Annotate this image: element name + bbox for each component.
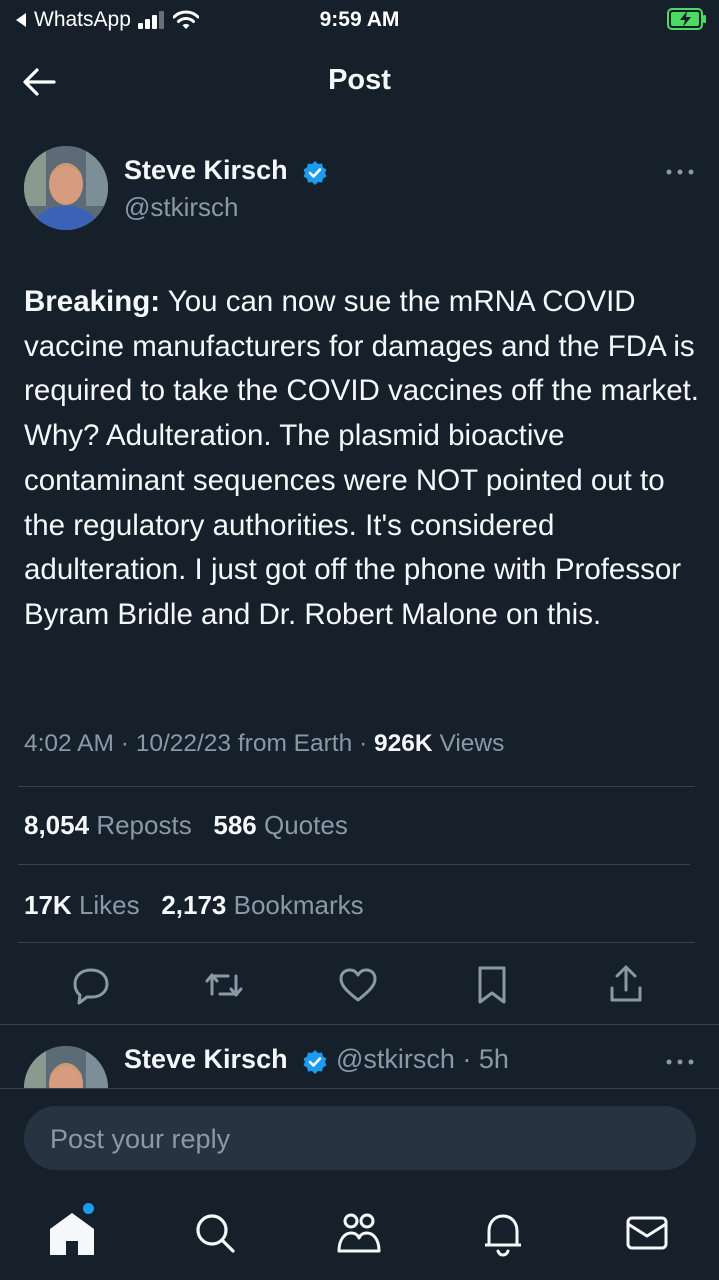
likes-stat[interactable]: 17K Likes	[24, 890, 140, 920]
meta-separator: ·	[120, 730, 129, 757]
home-icon[interactable]	[42, 1205, 102, 1261]
like-icon[interactable]	[336, 960, 380, 1010]
reply-author-name[interactable]: Steve Kirsch	[124, 1044, 288, 1075]
messages-icon[interactable]	[617, 1205, 677, 1261]
post-source: from Earth	[237, 730, 353, 757]
notifications-icon[interactable]	[473, 1205, 533, 1261]
author-name[interactable]: Steve Kirsch	[124, 155, 288, 186]
quotes-stat[interactable]: 586 Quotes	[213, 810, 347, 840]
divider	[18, 942, 695, 943]
post-text: Breaking: You can now sue the mRNA COVID…	[24, 280, 699, 638]
reply-input[interactable]	[48, 1106, 672, 1172]
post-text-body: You can now sue the mRNA COVID vaccine m…	[24, 285, 699, 631]
communities-icon[interactable]	[329, 1205, 389, 1261]
quotes-count: 586	[213, 810, 257, 840]
reposts-count: 8,054	[24, 810, 90, 840]
divider	[0, 1024, 719, 1025]
post-time: 4:02 AM	[24, 730, 114, 757]
author-handle[interactable]: @stkirsch	[124, 192, 239, 223]
status-bar: WhatsApp 9:59 AM	[0, 0, 719, 40]
repost-icon[interactable]	[202, 960, 246, 1010]
reposts-label: Reposts	[96, 810, 192, 840]
more-options-icon[interactable]	[664, 1050, 696, 1074]
stats-row-likes: 17K Likes 2,173 Bookmarks	[24, 890, 364, 921]
post-text-bold: Breaking:	[24, 285, 161, 318]
likes-label: Likes	[78, 890, 140, 920]
bookmarks-count: 2,173	[161, 890, 227, 920]
bookmarks-label: Bookmarks	[233, 890, 364, 920]
more-options-icon[interactable]	[664, 160, 696, 184]
stats-row-reposts: 8,054 Reposts 586 Quotes	[24, 810, 348, 841]
reposts-stat[interactable]: 8,054 Reposts	[24, 810, 192, 840]
views-label: Views	[439, 730, 505, 757]
quotes-label: Quotes	[264, 810, 348, 840]
author-avatar[interactable]	[24, 146, 108, 230]
reply-composer[interactable]	[24, 1106, 696, 1172]
verified-badge-icon	[303, 1050, 327, 1074]
post-meta: 4:02 AM · 10/22/23 from Earth · 926K Vie…	[24, 730, 504, 758]
post-date: 10/22/23	[135, 730, 232, 757]
divider	[18, 786, 695, 787]
search-icon[interactable]	[185, 1205, 245, 1261]
views-count: 926K	[374, 730, 433, 757]
battery-charging-icon	[667, 8, 706, 30]
page-title: Post	[328, 64, 391, 96]
bookmark-icon[interactable]	[470, 960, 514, 1010]
verified-badge-icon	[303, 161, 327, 185]
status-time: 9:59 AM	[319, 8, 400, 31]
notification-dot	[83, 1203, 94, 1214]
reply-icon[interactable]	[69, 960, 113, 1010]
post-actions	[0, 960, 719, 1010]
avatar-photo	[24, 146, 108, 230]
reply-handle-time[interactable]: @stkirsch · 5h	[336, 1044, 509, 1075]
share-icon[interactable]	[604, 960, 648, 1010]
likes-count: 17K	[24, 890, 72, 920]
divider	[0, 1088, 719, 1089]
divider	[18, 864, 690, 865]
meta-separator: ·	[359, 730, 368, 757]
bookmarks-stat[interactable]: 2,173 Bookmarks	[161, 890, 363, 920]
